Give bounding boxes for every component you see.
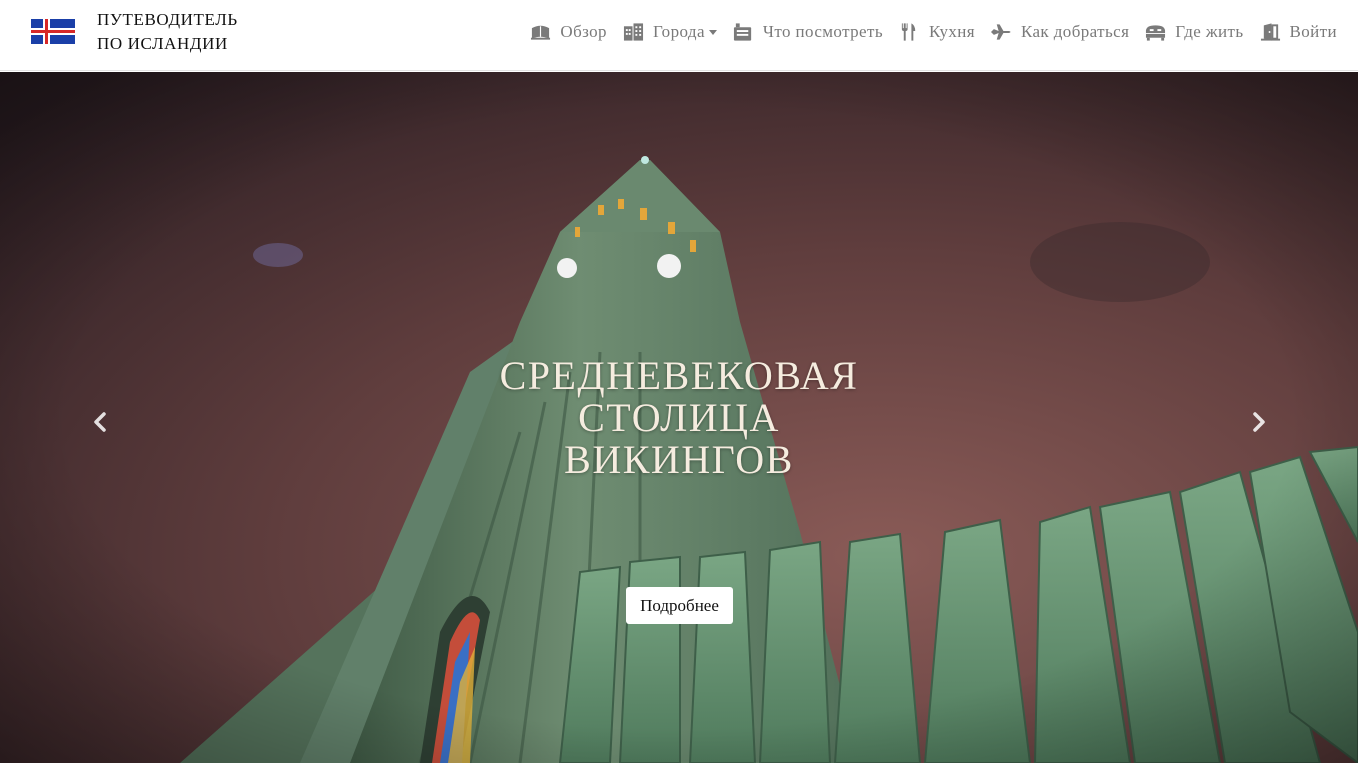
nav-label-cuisine: Кухня bbox=[928, 21, 975, 41]
hero-title-line-1: СРЕДНЕВЕКОВАЯ bbox=[499, 353, 859, 398]
nav-label-overview: Обзор bbox=[560, 21, 607, 41]
nav-item-accommodation[interactable]: Где жить bbox=[1145, 22, 1243, 42]
hero-carousel: СРЕДНЕВЕКОВАЯ СТОЛИЦА ВИКИНГОВ Подробнее bbox=[0, 72, 1358, 763]
navbar: ПУТЕВОДИТЕЛЬ ПО ИСЛАНДИИ Обзор Города Чт… bbox=[0, 0, 1358, 71]
nav-label-getting-there: Как добраться bbox=[1020, 21, 1130, 41]
nav-item-login[interactable]: Войти bbox=[1260, 22, 1337, 42]
nav-label-cities: Города bbox=[652, 21, 705, 41]
brand-line-1: ПУТЕВОДИТЕЛЬ bbox=[97, 10, 238, 29]
city-buildings-icon bbox=[623, 22, 644, 41]
brand-title[interactable]: ПУТЕВОДИТЕЛЬ ПО ИСЛАНДИИ bbox=[97, 8, 238, 56]
door-enter-icon bbox=[1260, 22, 1281, 41]
nav-label-login: Войти bbox=[1289, 21, 1337, 41]
carousel-next-button[interactable] bbox=[1239, 402, 1279, 442]
fork-knife-icon bbox=[899, 22, 920, 41]
main-nav: Обзор Города Что посмотреть Кухня Как до… bbox=[530, 0, 1337, 63]
carousel-prev-button[interactable] bbox=[80, 402, 120, 442]
nav-item-sights[interactable]: Что посмотреть bbox=[733, 22, 883, 42]
nav-item-getting-there[interactable]: Как добраться bbox=[990, 21, 1130, 42]
chevron-right-icon bbox=[1253, 412, 1265, 432]
nav-item-cities[interactable]: Города bbox=[623, 22, 717, 42]
camera-icon bbox=[733, 22, 754, 41]
nav-item-overview[interactable]: Обзор bbox=[530, 22, 607, 42]
hero-title-line-2: СТОЛИЦА bbox=[578, 395, 780, 440]
nav-label-accommodation: Где жить bbox=[1175, 21, 1244, 41]
nav-item-cuisine[interactable]: Кухня bbox=[899, 22, 975, 42]
more-details-button[interactable]: Подробнее bbox=[626, 587, 733, 624]
chevron-down-icon bbox=[708, 30, 717, 35]
hero-title: СРЕДНЕВЕКОВАЯ СТОЛИЦА ВИКИНГОВ bbox=[429, 355, 929, 481]
nav-label-sights: Что посмотреть bbox=[762, 21, 883, 41]
airplane-icon bbox=[990, 23, 1012, 41]
chevron-left-icon bbox=[94, 412, 106, 432]
iceland-flag-icon[interactable] bbox=[31, 19, 75, 44]
book-icon bbox=[530, 23, 551, 41]
brand-line-2: ПО ИСЛАНДИИ bbox=[97, 34, 228, 53]
hotel-bed-icon bbox=[1145, 23, 1166, 41]
hero-title-line-3: ВИКИНГОВ bbox=[564, 437, 794, 482]
